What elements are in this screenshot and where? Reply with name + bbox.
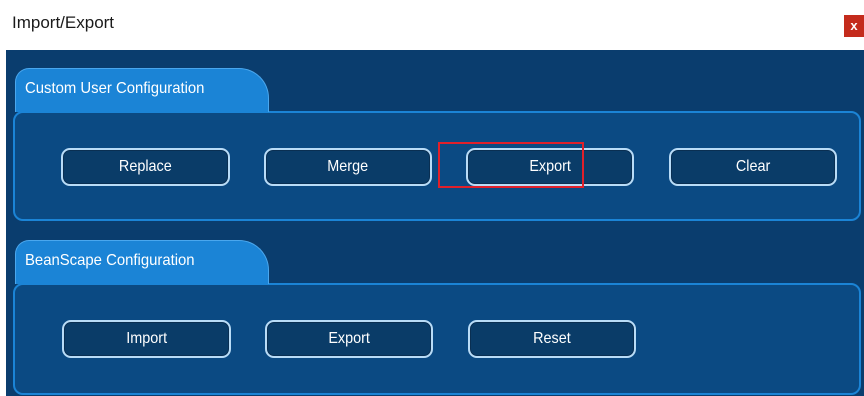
replace-button-label: Replace — [119, 158, 172, 175]
clear-button[interactable]: Clear — [669, 148, 837, 186]
import-export-window: Import/Export x Custom User Configuratio… — [0, 0, 864, 396]
export-custom-button[interactable]: Export — [466, 148, 634, 186]
window-title: Import/Export — [12, 13, 115, 32]
custom-user-configuration-tab: Custom User Configuration — [15, 68, 269, 112]
clear-button-label: Clear — [735, 158, 771, 175]
replace-button[interactable]: Replace — [61, 148, 230, 186]
beanscape-configuration-label: BeanScape Configuration — [25, 252, 195, 269]
export-custom-button-label: Export — [529, 158, 571, 175]
reset-button[interactable]: Reset — [468, 320, 636, 358]
import-button-label: Import — [126, 330, 167, 347]
title-bar: Import/Export x — [0, 0, 864, 50]
merge-button-label: Merge — [327, 158, 369, 175]
reset-button-label: Reset — [533, 330, 571, 347]
merge-button[interactable]: Merge — [264, 148, 432, 186]
export-beanscape-button-label: Export — [328, 330, 370, 347]
close-button[interactable]: x — [844, 15, 864, 37]
beanscape-configuration-tab: BeanScape Configuration — [15, 240, 269, 284]
import-button[interactable]: Import — [62, 320, 231, 358]
custom-user-configuration-label: Custom User Configuration — [25, 80, 205, 97]
export-beanscape-button[interactable]: Export — [265, 320, 433, 358]
